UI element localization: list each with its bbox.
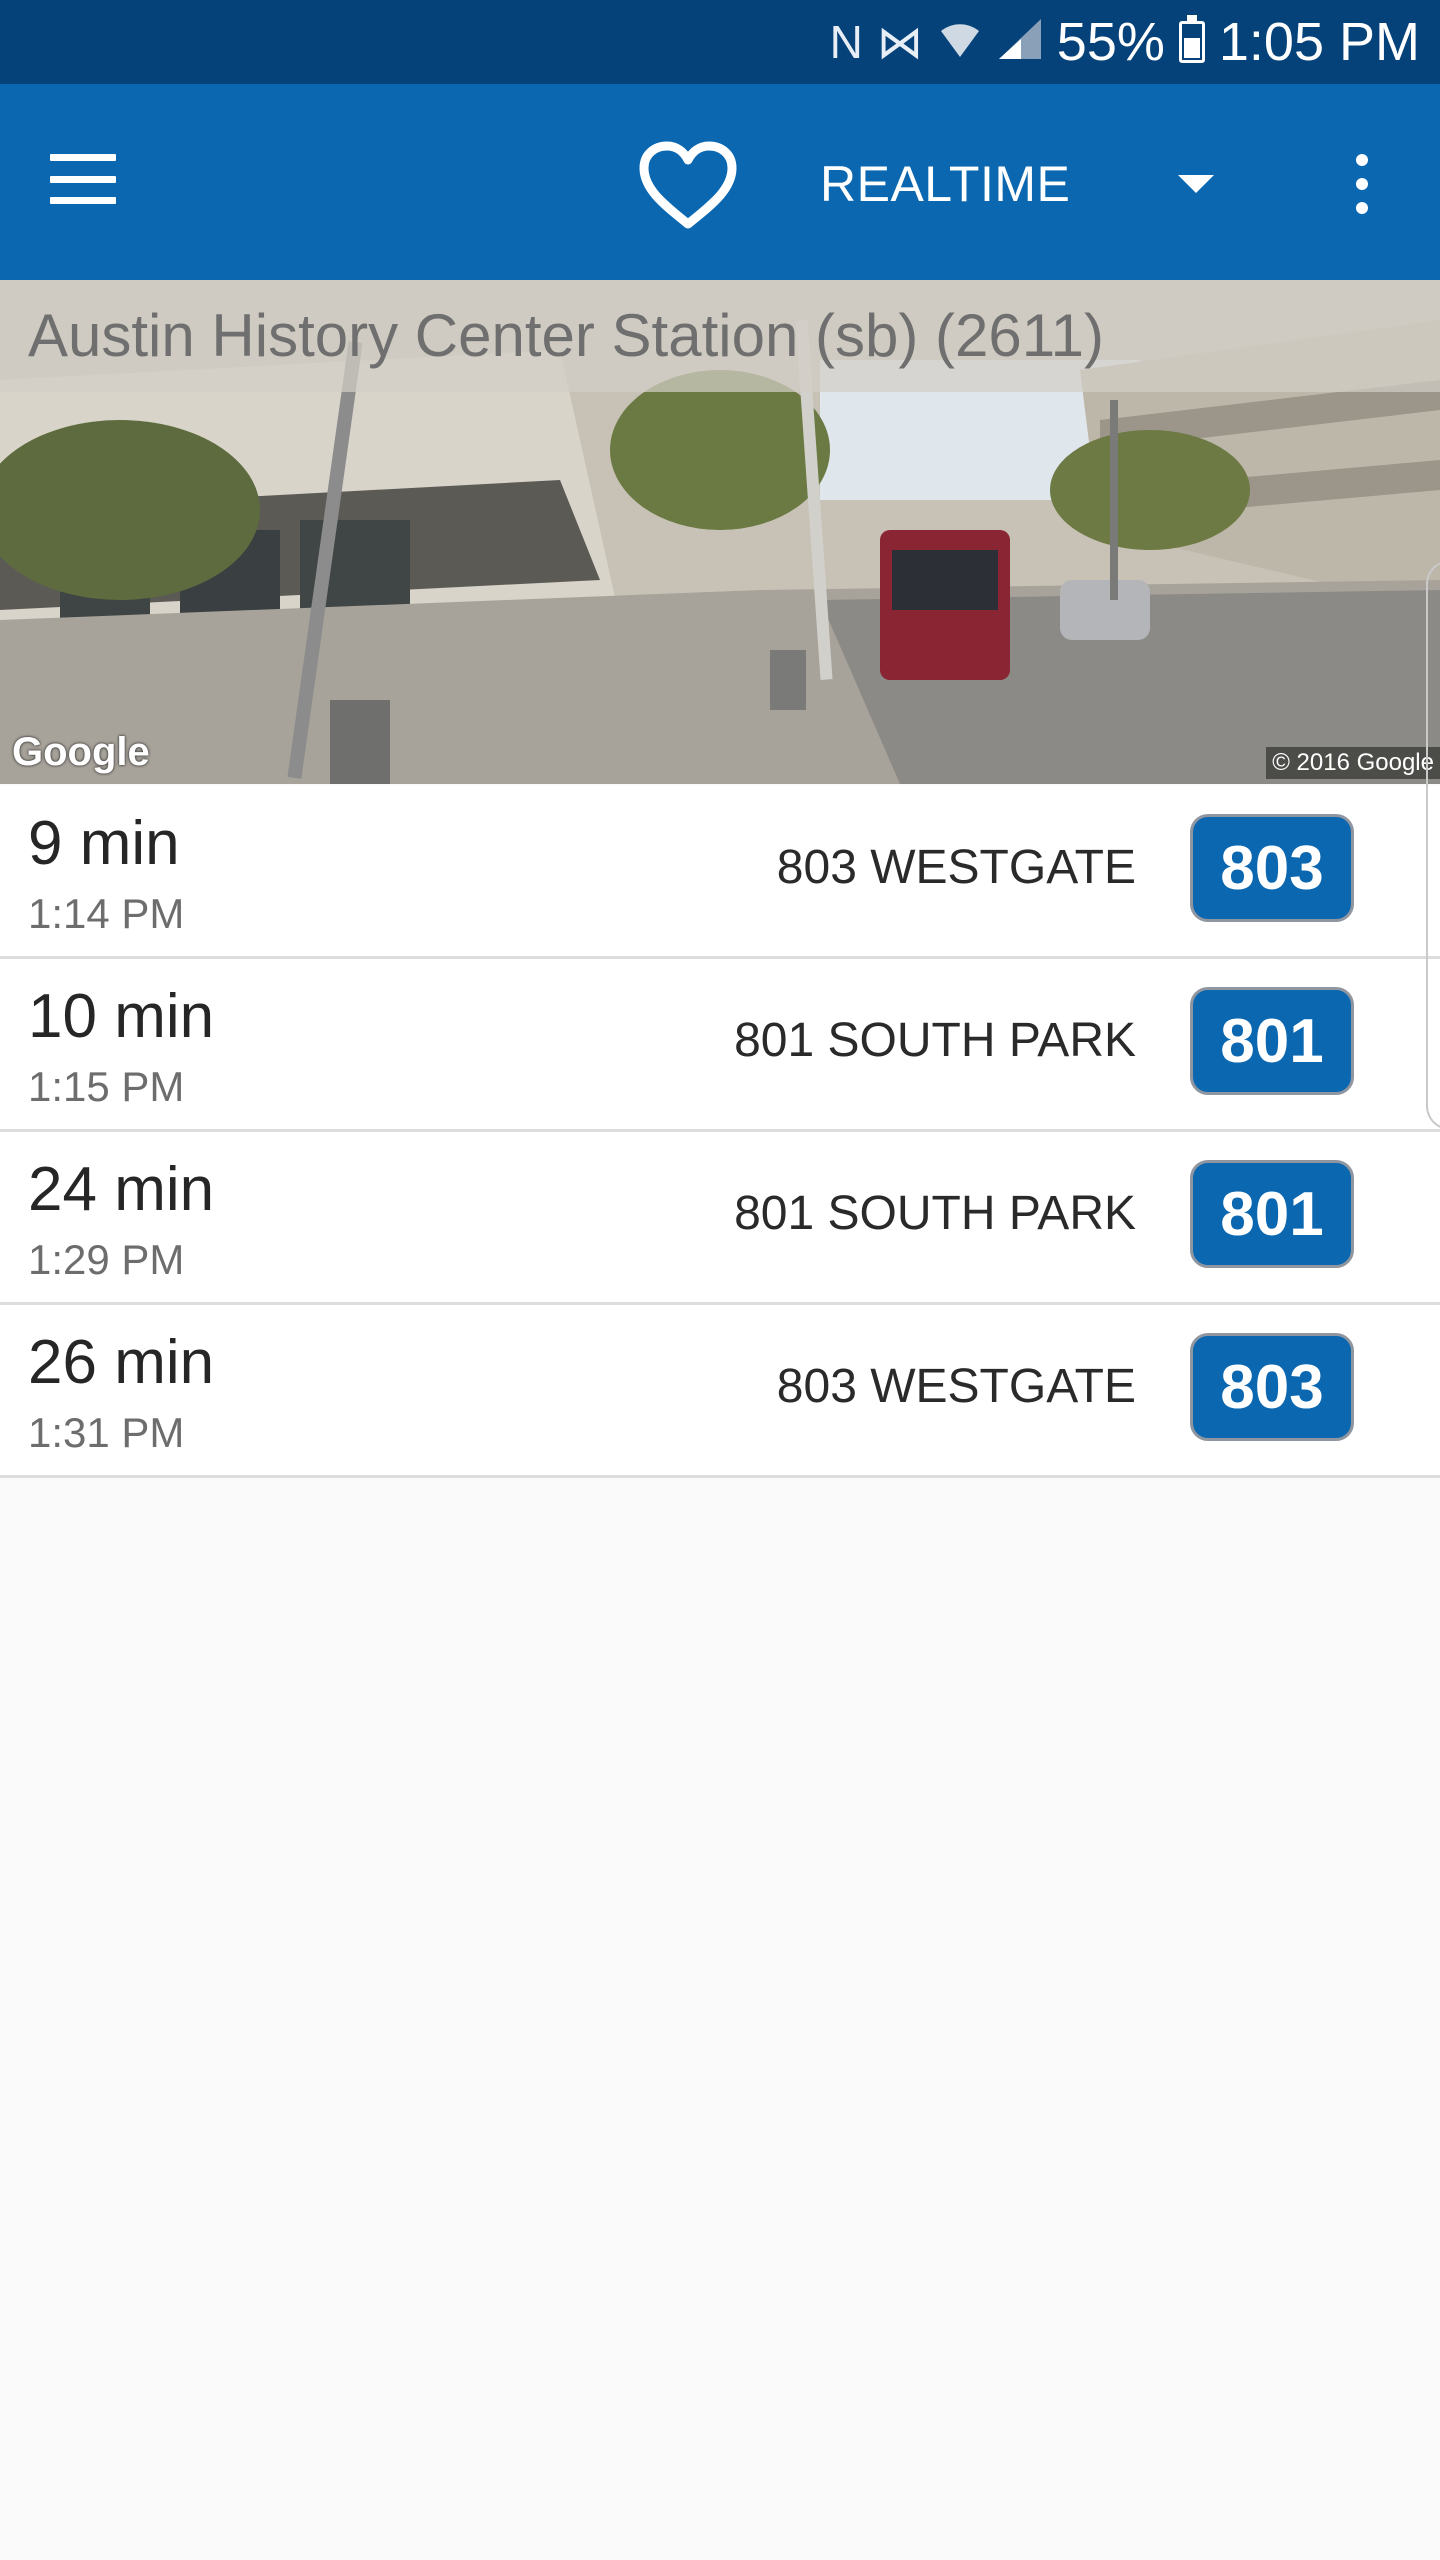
copyright-text: © 2016 Google — [1266, 747, 1440, 779]
menu-icon[interactable] — [50, 154, 116, 204]
favorite-heart-icon[interactable] — [636, 138, 740, 234]
edge-panel-handle[interactable] — [1426, 560, 1440, 1130]
route-destination: 803 WESTGATE — [776, 1360, 1136, 1413]
arrival-time: 1:31 PM — [28, 1409, 185, 1456]
station-name: Austin History Center Station (sb) (2611… — [0, 280, 1440, 392]
route-badge[interactable]: 801 — [1190, 1160, 1354, 1268]
arrival-time: 1:15 PM — [28, 1063, 185, 1110]
vibrate-off-icon: ⋈ — [876, 16, 923, 68]
arrival-minutes: 24 min — [28, 1155, 215, 1224]
chevron-down-icon — [1178, 175, 1214, 193]
arrival-row[interactable]: 10 min 1:15 PM 801 SOUTH PARK 801 — [0, 959, 1440, 1132]
nfc-icon: N — [829, 16, 863, 68]
cell-signal-icon — [997, 17, 1043, 68]
station-street-view: Austin History Center Station (sb) (2611… — [0, 280, 1440, 784]
arrival-row[interactable]: 24 min 1:29 PM 801 SOUTH PARK 801 — [0, 1132, 1440, 1305]
arrival-minutes: 26 min — [28, 1328, 215, 1397]
route-destination: 801 SOUTH PARK — [734, 1187, 1136, 1240]
mode-label: REALTIME — [820, 156, 1071, 212]
arrival-minutes: 9 min — [28, 809, 180, 878]
app-bar: REALTIME — [0, 84, 1440, 280]
more-options-icon[interactable] — [1350, 154, 1374, 214]
wifi-icon — [937, 17, 983, 68]
arrival-row[interactable]: 26 min 1:31 PM 803 WESTGATE 803 — [0, 1305, 1440, 1478]
battery-charging-icon — [1178, 15, 1205, 63]
arrival-minutes: 10 min — [28, 982, 215, 1051]
mode-dropdown[interactable]: REALTIME — [820, 144, 1250, 224]
arrivals-list: 9 min 1:14 PM 803 WESTGATE 803 10 min 1:… — [0, 786, 1440, 1478]
arrival-time: 1:29 PM — [28, 1236, 185, 1283]
arrival-row[interactable]: 9 min 1:14 PM 803 WESTGATE 803 — [0, 786, 1440, 959]
route-destination: 803 WESTGATE — [776, 841, 1136, 894]
battery-percent: 55% — [1056, 12, 1165, 72]
route-badge[interactable]: 803 — [1190, 814, 1354, 922]
google-logo: Google — [12, 730, 150, 774]
route-badge[interactable]: 801 — [1190, 987, 1354, 1095]
route-badge[interactable]: 803 — [1190, 1333, 1354, 1441]
status-bar: N ⋈ 55% 1:05 PM — [0, 0, 1440, 84]
clock: 1:05 PM — [1218, 12, 1420, 72]
route-destination: 801 SOUTH PARK — [734, 1014, 1136, 1067]
arrival-time: 1:14 PM — [28, 890, 185, 937]
